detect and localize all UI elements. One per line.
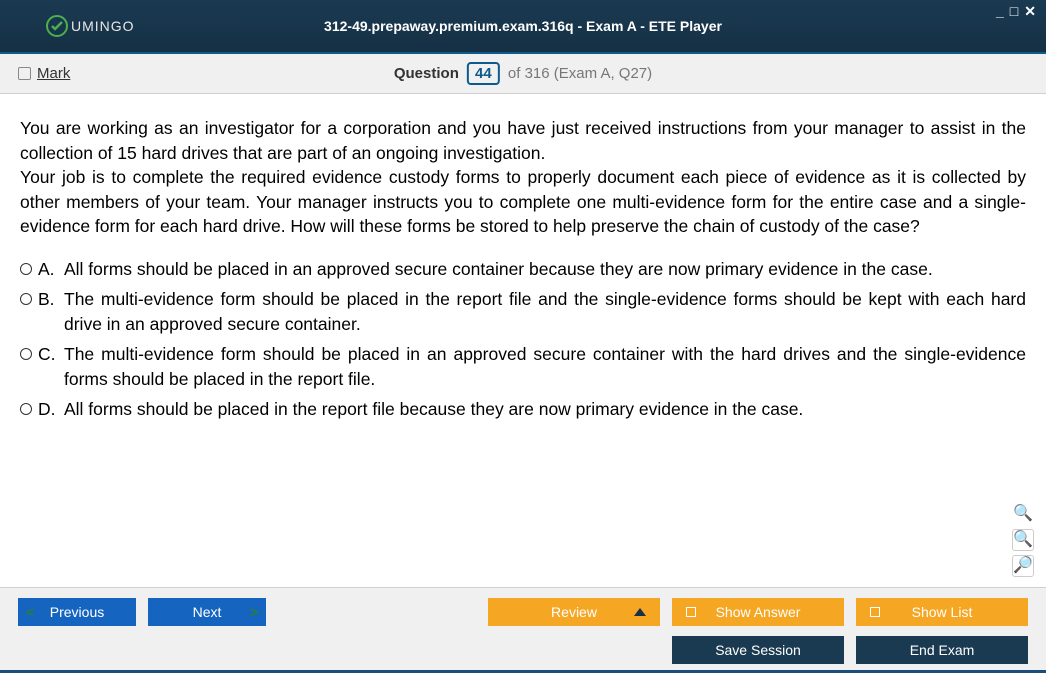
review-button[interactable]: Review	[488, 598, 660, 626]
next-button[interactable]: Next >	[148, 598, 266, 626]
title-bar: UMINGO 312-49.prepaway.premium.exam.316q…	[0, 0, 1046, 54]
brand-text: UMINGO	[71, 18, 135, 34]
brand-logo: UMINGO	[45, 14, 135, 38]
option-text: All forms should be placed in the report…	[64, 397, 1026, 422]
window-controls: _ □ ✕	[996, 4, 1036, 18]
next-label: Next	[193, 604, 222, 620]
chevron-left-icon: <	[26, 604, 34, 620]
mark-label: Mark	[37, 65, 70, 82]
chevron-right-icon: >	[250, 604, 258, 620]
radio-icon[interactable]	[20, 348, 32, 360]
question-text-p2: Your job is to complete the required evi…	[20, 167, 1026, 236]
radio-icon[interactable]	[20, 263, 32, 275]
option-text: All forms should be placed in an approve…	[64, 257, 1026, 282]
show-list-button[interactable]: Show List	[856, 598, 1028, 626]
option-letter: C.	[38, 342, 58, 367]
show-list-label: Show List	[912, 604, 973, 620]
question-number-input[interactable]: 44	[467, 62, 500, 85]
close-icon[interactable]: ✕	[1024, 4, 1036, 18]
question-header-bar: Mark Question 44 of 316 (Exam A, Q27)	[0, 54, 1046, 94]
bottom-toolbar: < Previous Next > Review Show Answer Sho…	[0, 587, 1046, 670]
end-exam-button[interactable]: End Exam	[856, 636, 1028, 664]
review-label: Review	[551, 604, 597, 620]
question-content: You are working as an investigator for a…	[0, 94, 1046, 587]
option-a[interactable]: A. All forms should be placed in an appr…	[20, 257, 1026, 282]
mark-toggle[interactable]: Mark	[18, 65, 70, 82]
search-icon[interactable]: 🔍	[1012, 503, 1034, 525]
checkmark-icon	[45, 14, 69, 38]
checkbox-icon	[686, 607, 696, 617]
radio-icon[interactable]	[20, 293, 32, 305]
mark-checkbox-icon[interactable]	[18, 67, 31, 80]
option-d[interactable]: D. All forms should be placed in the rep…	[20, 397, 1026, 422]
question-text-p1: You are working as an investigator for a…	[20, 118, 1026, 163]
previous-label: Previous	[50, 604, 104, 620]
question-counter: Question 44 of 316 (Exam A, Q27)	[394, 62, 652, 85]
radio-icon[interactable]	[20, 403, 32, 415]
save-session-label: Save Session	[715, 642, 801, 658]
end-exam-label: End Exam	[910, 642, 975, 658]
option-b[interactable]: B. The multi-evidence form should be pla…	[20, 287, 1026, 336]
minimize-icon[interactable]: _	[996, 4, 1004, 18]
option-letter: D.	[38, 397, 58, 422]
previous-button[interactable]: < Previous	[18, 598, 136, 626]
question-text: You are working as an investigator for a…	[20, 116, 1026, 239]
show-answer-label: Show Answer	[716, 604, 801, 620]
option-text: The multi-evidence form should be placed…	[64, 287, 1026, 336]
option-text: The multi-evidence form should be placed…	[64, 342, 1026, 391]
zoom-tools: 🔍 🔍 🔎	[1012, 503, 1034, 577]
option-letter: A.	[38, 257, 58, 282]
triangle-up-icon	[634, 608, 646, 616]
question-total: of 316 (Exam A, Q27)	[508, 65, 652, 82]
option-letter: B.	[38, 287, 58, 312]
zoom-out-icon[interactable]: 🔎	[1012, 555, 1034, 577]
show-answer-button[interactable]: Show Answer	[672, 598, 844, 626]
question-word: Question	[394, 65, 459, 82]
option-c[interactable]: C. The multi-evidence form should be pla…	[20, 342, 1026, 391]
zoom-in-icon[interactable]: 🔍	[1012, 529, 1034, 551]
save-session-button[interactable]: Save Session	[672, 636, 844, 664]
checkbox-icon	[870, 607, 880, 617]
answer-options: A. All forms should be placed in an appr…	[20, 257, 1026, 422]
window-title: 312-49.prepaway.premium.exam.316q - Exam…	[324, 18, 722, 34]
maximize-icon[interactable]: □	[1010, 4, 1018, 18]
